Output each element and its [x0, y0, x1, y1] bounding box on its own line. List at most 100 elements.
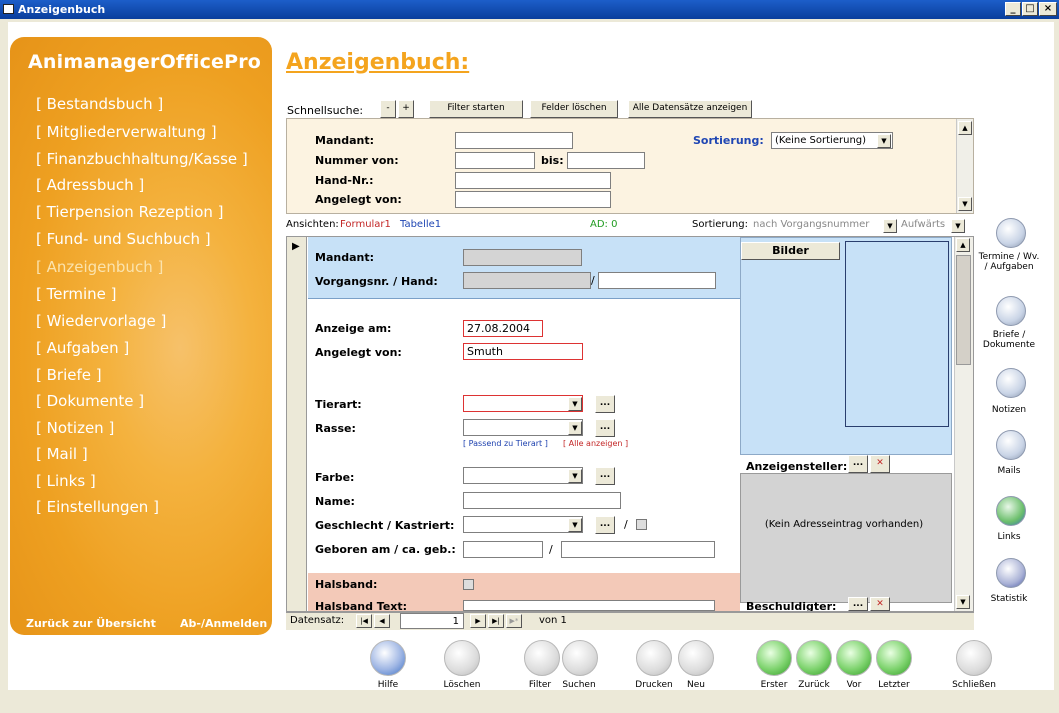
halsband-text-field[interactable]: [463, 600, 715, 611]
clear-fields-button[interactable]: Felder löschen: [530, 100, 618, 118]
sidebar-item-termine[interactable]: [ Termine ]: [36, 285, 117, 303]
rasse-more-button[interactable]: ...: [595, 419, 615, 437]
prev-record-icon[interactable]: ◀: [374, 614, 390, 628]
tierart-select[interactable]: [463, 395, 583, 412]
name-field[interactable]: [463, 492, 621, 509]
loeschen-label[interactable]: Löschen: [432, 680, 492, 690]
briefe-label[interactable]: Briefe / Dokumente: [978, 330, 1040, 350]
close-window-button[interactable]: ×: [1039, 2, 1057, 16]
filter-nummer-von-input[interactable]: [455, 152, 535, 169]
sidebar-item-mail[interactable]: [ Mail ]: [36, 445, 88, 463]
sidebar-item-briefe[interactable]: [ Briefe ]: [36, 366, 102, 384]
angelegt-von-field[interactable]: Smuth: [463, 343, 583, 360]
pie-chart-icon[interactable]: [996, 558, 1026, 588]
sidebar-item-einstellungen[interactable]: [ Einstellungen ]: [36, 498, 159, 516]
back-icon[interactable]: [796, 640, 832, 676]
quicksearch-minus-button[interactable]: -: [380, 100, 396, 118]
filter-handnr-input[interactable]: [455, 172, 611, 189]
filter-icon[interactable]: [524, 640, 560, 676]
first-icon[interactable]: [756, 640, 792, 676]
neu-label[interactable]: Neu: [666, 680, 726, 690]
alle-anzeigen-link[interactable]: [ Alle anzeigen ]: [563, 439, 628, 448]
beschuldigter-more-button[interactable]: ...: [848, 597, 868, 611]
sidebar-item-anzeigenbuch[interactable]: [ Anzeigenbuch ]: [36, 258, 163, 276]
quicksearch-plus-button[interactable]: +: [398, 100, 414, 118]
last-icon[interactable]: [876, 640, 912, 676]
sidebar-item-notizen[interactable]: [ Notizen ]: [36, 419, 114, 437]
sidebar-item-aufgaben[interactable]: [ Aufgaben ]: [36, 339, 129, 357]
scroll-thumb[interactable]: [956, 255, 971, 365]
next-record-icon[interactable]: ▶: [470, 614, 486, 628]
kastriert-checkbox[interactable]: [636, 519, 647, 530]
scroll-down-icon[interactable]: ▼: [956, 595, 970, 609]
sidebar-item-bestandsbuch[interactable]: [ Bestandsbuch ]: [36, 95, 163, 113]
hilfe-label[interactable]: Hilfe: [358, 680, 418, 690]
farbe-select[interactable]: [463, 467, 583, 484]
login-logout-link[interactable]: Ab-/Anmelden: [180, 617, 267, 630]
view-tabelle-link[interactable]: Tabelle1: [400, 219, 441, 230]
new-record-icon[interactable]: ▶*: [506, 614, 522, 628]
mandant-field[interactable]: [463, 249, 582, 266]
ca-geb-field[interactable]: [561, 541, 715, 558]
sidebar-item-wiedervorlage[interactable]: [ Wiedervorlage ]: [36, 312, 166, 330]
sidebar-item-adressbuch[interactable]: [ Adressbuch ]: [36, 176, 144, 194]
vorgangsnr-field[interactable]: [463, 272, 591, 289]
maximize-button[interactable]: □: [1022, 2, 1038, 16]
scroll-up-icon[interactable]: ▲: [956, 238, 970, 252]
chevron-down-icon[interactable]: ▼: [883, 219, 897, 233]
rasse-select[interactable]: [463, 419, 583, 436]
geschlecht-more-button[interactable]: ...: [595, 516, 615, 534]
tierart-more-button[interactable]: ...: [595, 395, 615, 413]
passend-zu-tierart-link[interactable]: [ Passend zu Tierart ]: [463, 439, 548, 448]
chevron-down-icon[interactable]: ▼: [568, 421, 582, 435]
notes-icon[interactable]: [996, 368, 1026, 398]
links-label[interactable]: Links: [978, 532, 1040, 542]
scroll-down-icon[interactable]: ▼: [958, 197, 972, 211]
halsband-checkbox[interactable]: [463, 579, 474, 590]
help-icon[interactable]: [370, 640, 406, 676]
close-door-icon[interactable]: [956, 640, 992, 676]
geschlecht-select[interactable]: [463, 516, 583, 533]
statistik-label[interactable]: Statistik: [978, 594, 1040, 604]
first-record-icon[interactable]: |◀: [356, 614, 372, 628]
chevron-down-icon[interactable]: ▼: [568, 469, 582, 483]
back-to-overview-link[interactable]: Zurück zur Übersicht: [26, 617, 156, 630]
globe-icon[interactable]: [996, 496, 1026, 526]
notizen-label[interactable]: Notizen: [978, 405, 1040, 415]
calendar-icon[interactable]: [996, 218, 1026, 248]
sort-value[interactable]: nach Vorgangsnummer: [753, 219, 869, 230]
chevron-down-icon[interactable]: ▼: [877, 134, 891, 148]
forward-icon[interactable]: [836, 640, 872, 676]
remove-link-icon[interactable]: ✕: [870, 597, 890, 611]
mails-label[interactable]: Mails: [978, 466, 1040, 476]
record-number-field[interactable]: 1: [400, 613, 464, 629]
geboren-field[interactable]: [463, 541, 543, 558]
letter-icon[interactable]: [996, 296, 1026, 326]
farbe-more-button[interactable]: ...: [595, 467, 615, 485]
anzeige-am-field[interactable]: 27.08.2004: [463, 320, 543, 337]
show-all-records-button[interactable]: Alle Datensätze anzeigen: [628, 100, 752, 118]
anzeigensteller-more-button[interactable]: ...: [848, 455, 868, 473]
suchen-label[interactable]: Suchen: [549, 680, 609, 690]
minimize-button[interactable]: _: [1005, 2, 1021, 16]
sidebar-item-mitgliederverwaltung[interactable]: [ Mitgliederverwaltung ]: [36, 123, 217, 141]
sidebar-item-tierpension[interactable]: [ Tierpension Rezeption ]: [36, 203, 224, 221]
sidebar-item-dokumente[interactable]: [ Dokumente ]: [36, 392, 144, 410]
view-formular-link[interactable]: Formular1: [340, 219, 391, 230]
termine-label[interactable]: Termine / Wv. / Aufgaben: [978, 252, 1040, 272]
sidebar-item-fundbuch[interactable]: [ Fund- und Suchbuch ]: [36, 230, 211, 248]
chevron-down-icon[interactable]: ▼: [568, 397, 582, 411]
sidebar-item-finanzbuchhaltung[interactable]: [ Finanzbuchhaltung/Kasse ]: [36, 150, 248, 168]
new-document-icon[interactable]: [678, 640, 714, 676]
chevron-down-icon[interactable]: ▼: [568, 518, 582, 532]
schliessen-label[interactable]: Schließen: [944, 680, 1004, 690]
hand-field[interactable]: [598, 272, 716, 289]
filter-angelegt-input[interactable]: [455, 191, 611, 208]
filter-nummer-bis-input[interactable]: [567, 152, 645, 169]
trash-icon[interactable]: [444, 640, 480, 676]
record-selector[interactable]: [287, 237, 307, 611]
filter-sortierung-select[interactable]: (Keine Sortierung): [771, 132, 893, 149]
mail-icon[interactable]: [996, 430, 1026, 460]
last-record-icon[interactable]: ▶|: [488, 614, 504, 628]
scroll-up-icon[interactable]: ▲: [958, 121, 972, 135]
